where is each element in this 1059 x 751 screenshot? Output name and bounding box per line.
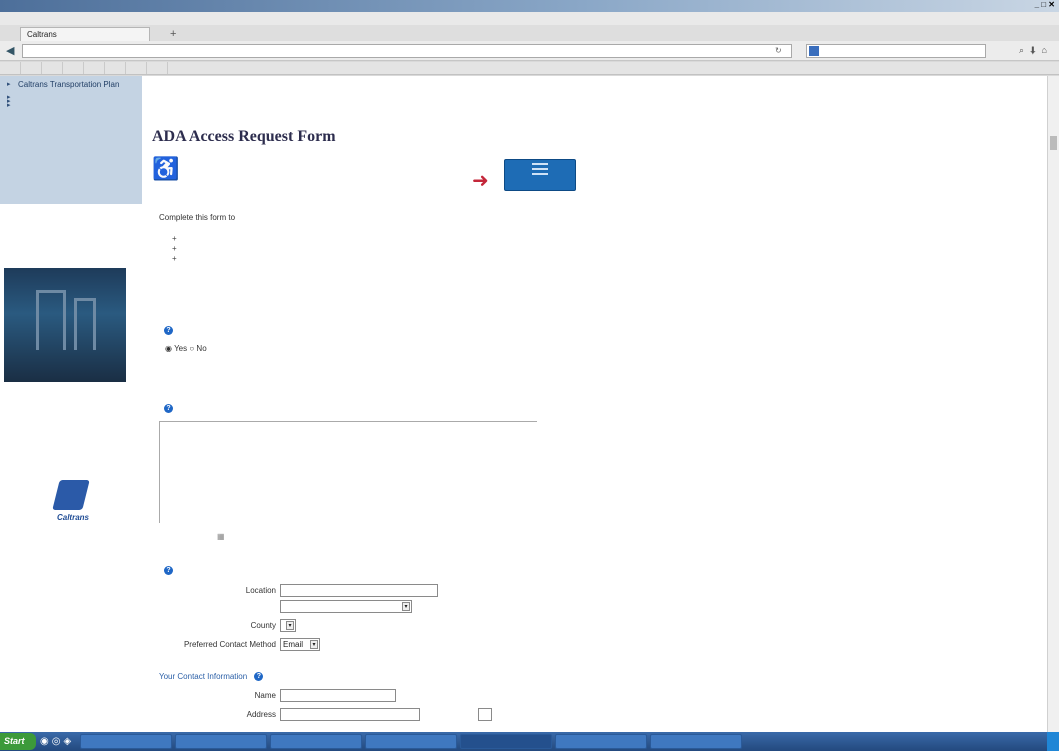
sidebar-item-legal-expert-witness[interactable] — [0, 99, 142, 110]
bookmarks-toolbar — [0, 62, 1059, 75]
web-page: Caltrans Transportation Plan Caltrans AD… — [0, 76, 1059, 732]
badge-line — [532, 163, 548, 165]
browser-tab-caltrans[interactable]: Caltrans — [20, 27, 150, 41]
address-bar[interactable] — [22, 44, 792, 58]
name-input[interactable] — [280, 689, 396, 702]
taskbar-item[interactable] — [650, 734, 743, 749]
taskbar-item[interactable] — [175, 734, 268, 749]
contact-method-row: Preferred Contact Method — [160, 638, 276, 652]
county-row: County — [190, 619, 276, 633]
city-select[interactable]: ▾ — [280, 600, 412, 613]
location-input[interactable] — [280, 584, 438, 597]
taskbar-item[interactable] — [365, 734, 458, 749]
start-button[interactable]: Start — [0, 733, 36, 750]
chevron-down-icon: ▾ — [286, 621, 294, 630]
county-select[interactable]: ▾ — [280, 619, 296, 632]
purpose-item — [172, 234, 177, 244]
caltrans-logo[interactable]: Caltrans — [50, 480, 92, 526]
bookmark-item[interactable] — [42, 62, 63, 74]
bookmark-item[interactable] — [0, 62, 21, 74]
radio-no[interactable]: ○ No — [189, 344, 206, 353]
taskbar-item-firefox[interactable] — [460, 734, 553, 749]
name-label: Name — [254, 691, 276, 700]
caltrans-logo-mark — [52, 480, 90, 510]
bridge-tower-graphic — [36, 290, 66, 350]
bookmark-item[interactable] — [63, 62, 84, 74]
badge-line — [532, 168, 548, 170]
date-row: ▦ — [191, 532, 225, 541]
back-arrow-icon[interactable]: ◀ — [6, 44, 14, 57]
disability-question: ? — [159, 326, 173, 335]
tab-strip: Caltrans + — [0, 25, 1059, 41]
radio-yes-label: Yes — [174, 344, 188, 353]
help-icon[interactable]: ? — [254, 672, 264, 681]
page-title: ADA Access Request Form — [152, 128, 336, 145]
caltrans-logo-text: Caltrans — [56, 513, 89, 522]
radio-yes[interactable]: ◉ Yes — [165, 344, 187, 353]
chevron-down-icon: ▾ — [310, 640, 318, 649]
chevron-down-icon: ▾ — [402, 602, 410, 611]
bookmark-item[interactable] — [21, 62, 42, 74]
bookmark-item[interactable] — [84, 62, 105, 74]
sidebar-item-transportation-plan[interactable]: Caltrans Transportation Plan — [0, 78, 142, 91]
location-row: Location — [190, 584, 276, 598]
county-label: County — [250, 621, 276, 630]
badge-line — [532, 173, 548, 175]
calendar-icon[interactable]: ▦ — [217, 532, 225, 541]
contact-method-value: Email — [283, 640, 304, 649]
address-label: Address — [246, 710, 276, 719]
window-controls[interactable]: _ □ ✕ — [1035, 0, 1055, 9]
description-textarea[interactable] — [159, 421, 537, 523]
location-label: Location — [245, 586, 276, 595]
main-content: ADA Access Request Form ♿ ➜ Complete thi… — [150, 76, 1020, 732]
contact-info-label: Your Contact Information — [159, 672, 248, 681]
new-tab-button[interactable]: + — [170, 28, 176, 40]
bookmark-item[interactable] — [126, 62, 147, 74]
taskbar-item[interactable] — [555, 734, 648, 749]
bookmark-item[interactable] — [147, 62, 168, 74]
radio-no-label: No — [196, 344, 207, 353]
contact-info-question: Your Contact Information ? — [159, 672, 264, 681]
purpose-item — [172, 254, 177, 264]
city-row — [170, 600, 276, 614]
location-question: ? — [159, 566, 173, 575]
window-title-bar: _ □ ✕ — [0, 0, 1059, 12]
name-row: Name — [190, 689, 276, 703]
wheelchair-icon: ♿ — [152, 156, 180, 181]
search-bar[interactable] — [806, 44, 986, 58]
sidebar-nav: Caltrans Transportation Plan — [0, 76, 142, 204]
access-badge-image[interactable] — [504, 159, 576, 191]
system-tray[interactable] — [1047, 732, 1059, 751]
form-intro: Complete this form to — [159, 213, 236, 222]
apt-input[interactable] — [478, 708, 492, 721]
menu-bar — [0, 12, 1059, 25]
description-question: ? — [159, 404, 173, 413]
windows-taskbar: Start ◉◎◈ — [0, 732, 1059, 751]
arrow-icon: ➜ — [472, 170, 489, 192]
reload-icon[interactable]: ↻ — [775, 46, 782, 55]
page-scrollbar[interactable] — [1047, 76, 1059, 732]
browser-tab-label: Caltrans — [27, 30, 57, 39]
scrollbar-thumb[interactable] — [1050, 136, 1057, 150]
quick-launch-icons[interactable]: ◉◎◈ — [40, 736, 74, 747]
address-row: Address — [190, 708, 276, 722]
left-sidebar: Caltrans Transportation Plan Caltrans — [0, 76, 142, 732]
help-icon[interactable]: ? — [164, 404, 173, 413]
purpose-item — [172, 244, 177, 254]
search-engine-icon — [809, 46, 819, 56]
taskbar-item[interactable] — [270, 734, 363, 749]
toolbar-icons[interactable]: ⌕⬇⌂ — [1019, 45, 1053, 56]
bridge-tower-graphic — [74, 298, 96, 350]
disability-radio-group: ◉ Yes ○ No — [165, 344, 207, 353]
taskbar-item[interactable] — [80, 734, 173, 749]
sidebar-promo-image[interactable] — [4, 268, 126, 382]
bookmark-item[interactable] — [105, 62, 126, 74]
help-icon[interactable]: ? — [164, 326, 173, 335]
contact-method-select[interactable]: Email ▾ — [280, 638, 320, 651]
address-input[interactable] — [280, 708, 420, 721]
contact-method-label: Preferred Contact Method — [183, 640, 276, 649]
help-icon[interactable]: ? — [164, 566, 173, 575]
purpose-list — [172, 234, 177, 264]
navigation-bar: ◀ ↻ ⌕⬇⌂ — [0, 41, 1059, 61]
